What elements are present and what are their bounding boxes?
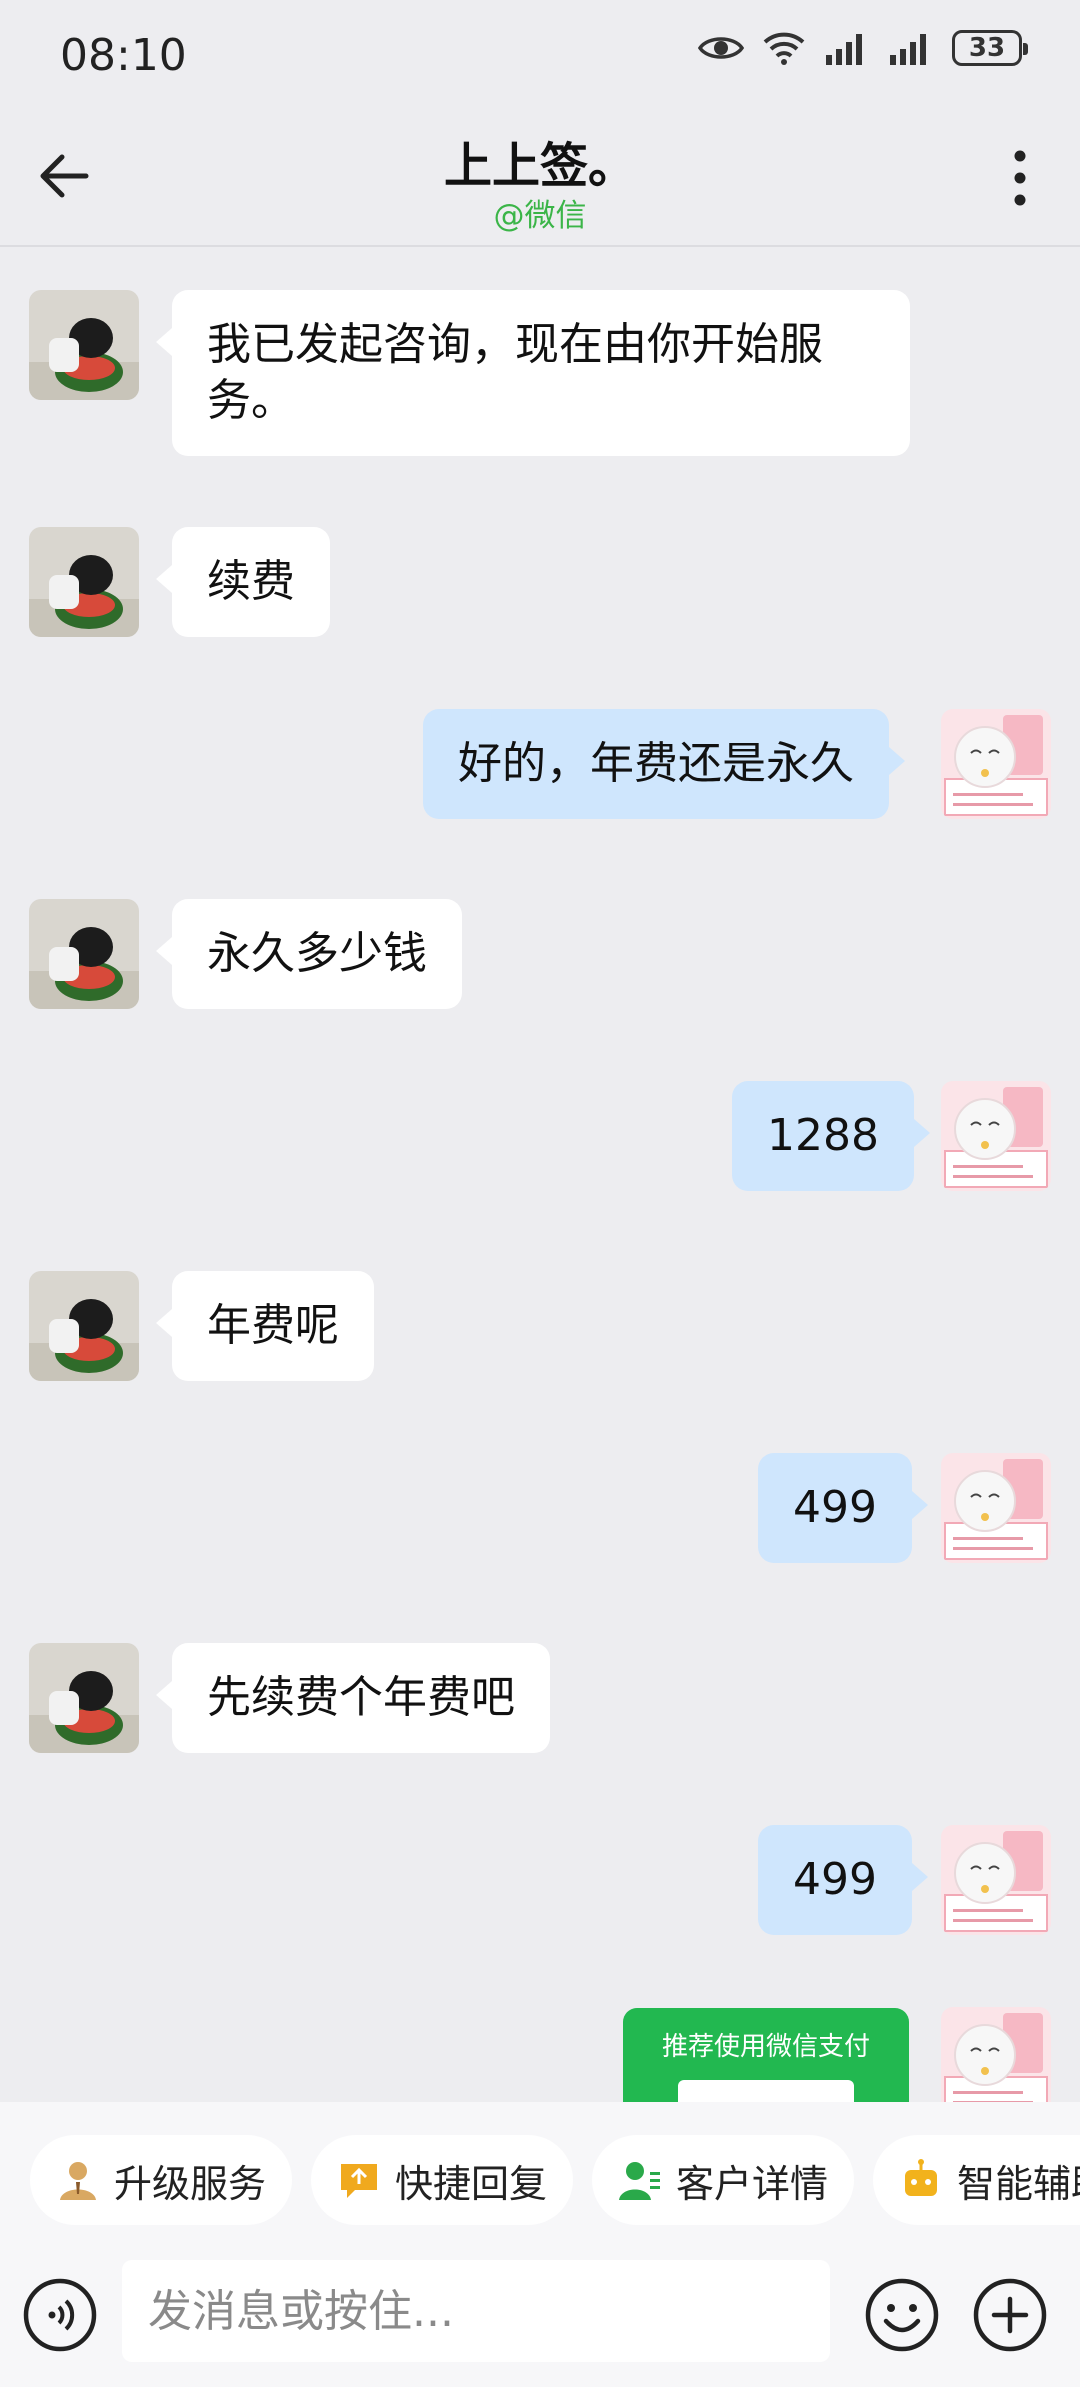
message-bubble-incoming[interactable]: 年费呢 — [156, 1271, 374, 1381]
chip-label: 升级服务 — [114, 2161, 267, 2206]
quick-reply-button[interactable]: 快捷回复 — [311, 2135, 574, 2225]
own-avatar[interactable] — [941, 1081, 1051, 1191]
contact-avatar[interactable] — [29, 1643, 139, 1753]
chat-subtitle: @微信 — [493, 198, 587, 234]
contact-avatar[interactable] — [29, 899, 139, 1009]
message-bubble-incoming[interactable]: 我已发起咨询，现在由你开始服务。 — [156, 290, 910, 456]
contact-avatar[interactable] — [29, 527, 139, 637]
quick-reply-icon — [341, 2164, 377, 2198]
customer-icon — [619, 2162, 660, 2200]
message-bubble-incoming[interactable]: 续费 — [156, 527, 330, 637]
status-bar: 08:10 33 — [0, 0, 1080, 110]
wifi-icon — [763, 32, 805, 65]
message-bubble-outgoing[interactable]: 499 — [758, 1453, 928, 1563]
quick-actions-bar[interactable]: 升级服务 快捷回复 客户详情 智能辅助 — [0, 2102, 1080, 2257]
message-bubble-outgoing[interactable]: 1288 — [732, 1081, 930, 1191]
chip-label: 智能辅助 — [957, 2161, 1080, 2206]
emoji-icon[interactable] — [864, 2277, 940, 2353]
signal-icon-2 — [890, 34, 926, 65]
contact-avatar[interactable] — [29, 290, 139, 400]
message-bubble-outgoing[interactable]: 499 — [758, 1825, 928, 1935]
eye-icon — [698, 37, 744, 59]
smart-assist-button[interactable]: 智能辅助 — [873, 2135, 1080, 2225]
message-bubble-outgoing[interactable]: 好的，年费还是永久 — [423, 709, 905, 819]
battery-icon: 33 — [952, 30, 1028, 66]
message-input[interactable] — [122, 2260, 830, 2362]
status-icons: 33 — [698, 30, 1028, 66]
chat-area[interactable]: 我已发起咨询，现在由你开始服务。 续费 好的，年费还是永久 永久多少钱 1288… — [0, 247, 1080, 2102]
chat-title: 上上签。 — [443, 138, 636, 194]
voice-icon[interactable] — [22, 2277, 98, 2353]
contact-avatar[interactable] — [29, 1271, 139, 1381]
pay-card-title: 推荐使用微信支付 — [661, 2032, 870, 2062]
signal-icon — [826, 34, 862, 65]
robot-icon — [905, 2159, 937, 2196]
upgrade-service-button[interactable]: 升级服务 — [30, 2135, 293, 2225]
user-icon — [60, 2162, 96, 2200]
plus-icon[interactable] — [972, 2277, 1048, 2353]
own-avatar[interactable] — [941, 709, 1051, 819]
own-avatar[interactable] — [941, 1453, 1051, 1563]
status-time: 08:10 — [60, 30, 187, 81]
more-options-icon[interactable] — [1000, 146, 1040, 210]
chip-label: 客户详情 — [676, 2161, 829, 2206]
own-avatar[interactable] — [941, 2007, 1051, 2102]
chip-label: 快捷回复 — [395, 2161, 548, 2206]
own-avatar[interactable] — [941, 1825, 1051, 1935]
customer-details-button[interactable]: 客户详情 — [592, 2135, 855, 2225]
battery-level: 33 — [968, 33, 1006, 63]
message-bubble-incoming[interactable]: 永久多少钱 — [156, 899, 462, 1009]
input-bar — [0, 2257, 1080, 2387]
chat-header: 上上签。 @微信 — [0, 110, 1080, 247]
message-bubble-incoming[interactable]: 先续费个年费吧 — [156, 1643, 550, 1753]
